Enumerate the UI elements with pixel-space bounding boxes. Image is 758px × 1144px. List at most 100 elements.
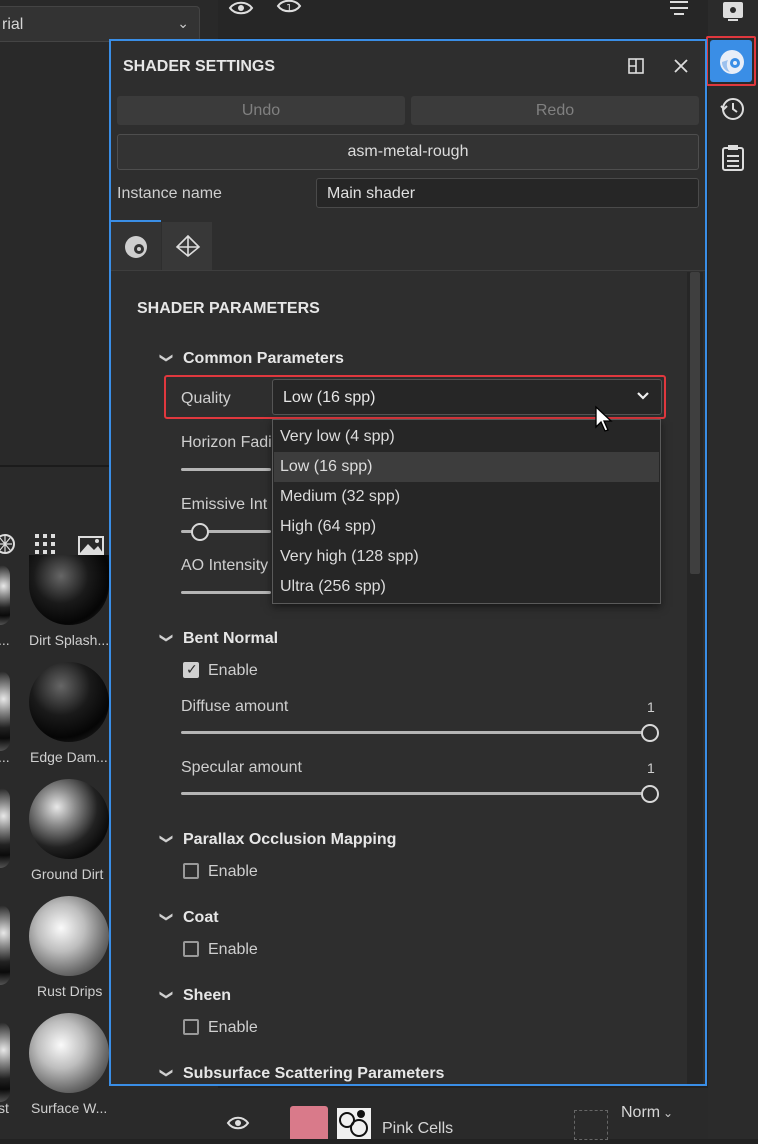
enable-label: Enable (208, 941, 258, 958)
instance-name-label: Instance name (117, 185, 222, 202)
scrollbar-track[interactable] (687, 272, 703, 1084)
environment-filter-icon[interactable] (77, 531, 104, 557)
material-thumbnail[interactable] (0, 1022, 10, 1102)
material-thumbnail[interactable] (0, 565, 10, 625)
enable-label: Enable (208, 1019, 258, 1036)
material-thumbnail[interactable] (29, 779, 109, 859)
quality-option-selected[interactable]: Low (16 spp) (274, 452, 659, 482)
blend-mode-label[interactable]: Norm (621, 1104, 660, 1122)
shader-settings-dialog: SHADER SETTINGS Undo Redo asm-metal-roug… (109, 39, 707, 1086)
diffuse-amount-slider[interactable] (181, 731, 647, 734)
section-parallax-occlusion[interactable]: Parallax Occlusion Mapping (183, 831, 396, 849)
prism-icon (175, 234, 201, 263)
layer-row[interactable]: Pink Cells Norm ⌄ (218, 1088, 708, 1140)
chevron-down-icon[interactable]: ❯ (158, 990, 174, 1001)
quality-option[interactable]: High (64 spp) (274, 512, 659, 542)
parallax-enable-checkbox[interactable] (183, 863, 199, 879)
layer-count-icon[interactable]: 1 (276, 0, 302, 25)
chevron-down-icon[interactable]: ❯ (158, 912, 174, 923)
dialog-title: SHADER SETTINGS (123, 58, 276, 75)
material-thumbnail[interactable] (0, 788, 10, 868)
chevron-down-icon[interactable]: ❯ (158, 1068, 174, 1079)
specular-amount-value: 1 (647, 760, 655, 776)
svg-text:1: 1 (286, 3, 292, 14)
ao-intensity-slider[interactable] (181, 591, 271, 594)
layer-thumbnail (290, 1106, 328, 1139)
enable-label: Enable (208, 662, 258, 679)
section-bent-normal[interactable]: Bent Normal (183, 630, 278, 648)
quality-option[interactable]: Ultra (256 spp) (274, 572, 659, 602)
section-subsurface-scattering[interactable]: Subsurface Scattering Parameters (183, 1065, 444, 1083)
quality-label: Quality (181, 390, 231, 407)
section-common-parameters[interactable]: Common Parameters (183, 350, 344, 368)
material-dropdown[interactable]: rial ⌄ (0, 6, 200, 42)
history-icon[interactable] (720, 96, 746, 127)
chevron-down-icon: ⌄ (177, 15, 189, 31)
redo-button[interactable]: Redo (411, 96, 699, 125)
bent-normal-enable-checkbox[interactable] (183, 661, 199, 678)
material-thumbnail[interactable] (29, 1013, 109, 1093)
sphere-filter-icon[interactable] (0, 531, 18, 557)
chevron-down-icon[interactable]: ❯ (158, 353, 174, 364)
mask-thumbnail (337, 1108, 371, 1139)
section-coat[interactable]: Coat (183, 909, 219, 927)
material-thumbnail[interactable] (29, 896, 109, 976)
right-toolbar (706, 0, 758, 1139)
thumbnail-label: ... (0, 749, 10, 765)
chevron-down-icon[interactable]: ❯ (158, 633, 174, 644)
material-thumbnail[interactable] (0, 905, 10, 985)
visibility-icon[interactable] (226, 1115, 250, 1140)
ao-intensity-label: AO Intensity (181, 557, 269, 574)
quality-option[interactable]: Very high (128 spp) (274, 542, 659, 572)
tab-display[interactable] (162, 222, 212, 270)
material-thumbnail[interactable] (0, 671, 10, 751)
shader-ball-icon (123, 234, 149, 265)
shader-parameters-title: SHADER PARAMETERS (137, 300, 320, 317)
dock-icon[interactable] (627, 57, 645, 80)
thumbnail-label: ... (0, 632, 10, 648)
shader-select-button[interactable]: asm-metal-rough (117, 134, 699, 170)
texture-filter-icon[interactable] (32, 531, 58, 557)
layer-toolbar: 1 (218, 0, 708, 38)
enable-label: Enable (208, 863, 258, 880)
horizon-fading-label: Horizon Fadi (181, 434, 272, 451)
chevron-down-icon[interactable]: ❯ (158, 834, 174, 845)
tab-divider (111, 270, 705, 271)
quality-dropdown-list: Very low (4 spp) Low (16 spp) Medium (32… (272, 419, 661, 604)
eye-settings-icon[interactable] (228, 0, 254, 25)
specular-amount-knob[interactable] (641, 785, 659, 803)
log-icon[interactable] (720, 144, 746, 177)
chevron-down-icon (635, 388, 651, 409)
undo-button[interactable]: Undo (117, 96, 405, 125)
display-settings-icon[interactable] (720, 0, 746, 29)
horizon-fading-slider[interactable] (181, 468, 271, 471)
diffuse-amount-value: 1 (647, 699, 655, 715)
layer-mask-slot[interactable] (574, 1110, 608, 1140)
specular-amount-label: Specular amount (181, 759, 302, 776)
quality-option[interactable]: Medium (32 spp) (274, 482, 659, 512)
shader-settings-toggle[interactable] (706, 36, 756, 86)
thumbnail-label: Rust Drips (37, 983, 103, 999)
instance-name-input[interactable]: Main shader (316, 178, 699, 208)
thumbnail-label: Ground Dirt (31, 866, 104, 882)
chevron-down-icon: ⌄ (663, 1106, 674, 1120)
emissive-intensity-knob[interactable] (191, 523, 209, 541)
diffuse-amount-label: Diffuse amount (181, 698, 289, 715)
diffuse-amount-knob[interactable] (641, 724, 659, 742)
section-sheen[interactable]: Sheen (183, 987, 231, 1005)
filter-menu-icon[interactable] (668, 0, 690, 25)
specular-amount-slider[interactable] (181, 792, 647, 795)
material-thumbnail[interactable] (29, 662, 109, 742)
thumbnail-label: Surface W... (31, 1100, 108, 1116)
thumbnail-label: Edge Dam... (30, 749, 108, 765)
mouse-cursor-icon (594, 405, 614, 438)
emissive-intensity-label: Emissive Int (181, 496, 268, 513)
close-icon[interactable] (672, 57, 690, 80)
coat-enable-checkbox[interactable] (183, 941, 199, 957)
layer-name: Pink Cells (382, 1120, 454, 1137)
scrollbar-thumb[interactable] (690, 272, 700, 574)
thumbnail-label: st (0, 1100, 9, 1116)
shader-settings-icon (718, 48, 746, 81)
sheen-enable-checkbox[interactable] (183, 1019, 199, 1035)
tab-shader-parameters[interactable] (111, 220, 161, 270)
